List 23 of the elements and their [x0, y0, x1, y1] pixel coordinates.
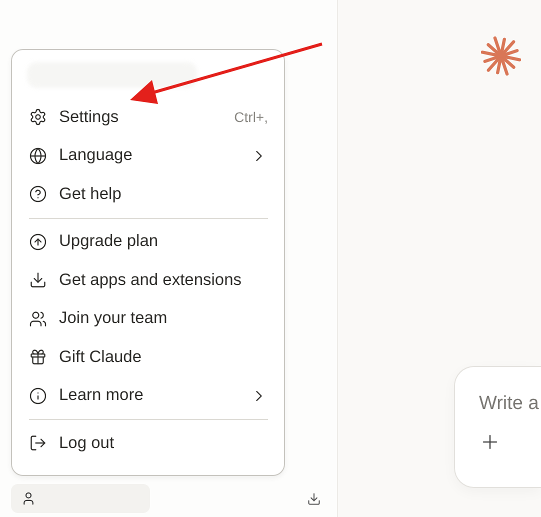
menu-item[interactable]: Get apps and extensions — [29, 261, 268, 300]
up-arrow-circle-icon — [29, 232, 47, 251]
help-icon — [29, 185, 47, 204]
logout-icon — [29, 434, 47, 452]
menu-item[interactable]: Learn more — [29, 376, 268, 415]
starburst-logo-icon — [481, 36, 521, 76]
menu-item[interactable]: Join your team — [29, 300, 268, 338]
download-icon — [29, 271, 47, 290]
menu-item[interactable]: Language — [29, 136, 268, 175]
menu-item[interactable]: Gift Claude — [29, 338, 268, 376]
message-input[interactable]: Write a — [479, 393, 541, 415]
gear-icon — [29, 108, 47, 126]
menu-item[interactable]: Get help — [29, 175, 268, 214]
menu-item[interactable]: Upgrade plan — [29, 222, 268, 261]
people-icon — [29, 310, 47, 328]
download-icon[interactable] — [307, 492, 321, 506]
info-icon — [29, 386, 47, 405]
gift-icon — [29, 348, 47, 366]
shortcut-hint: Ctrl+, — [234, 109, 268, 126]
menu-item[interactable]: Settings Ctrl+, — [29, 98, 268, 136]
globe-icon — [29, 146, 47, 165]
user-icon — [21, 491, 36, 506]
menu-item[interactable]: Log out — [29, 424, 268, 462]
